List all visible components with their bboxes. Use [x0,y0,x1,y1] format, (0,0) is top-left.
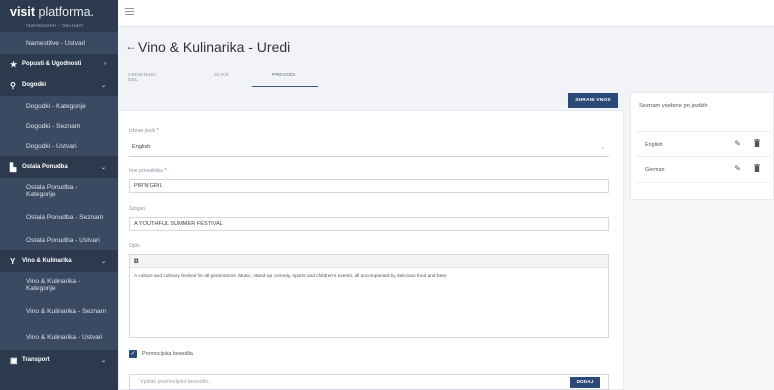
tab-slike[interactable]: SLIKE [214,73,229,78]
sidebar-item-label: Popusti & Ugodnosti [22,61,82,67]
tab-vsebinski-del[interactable]: VSEBINSKI DEL [128,73,156,83]
sidebar-item-transport[interactable]: ▣ Transport ⌄ [0,350,118,370]
sidebar-item-label: Vino & Kulinarika [22,258,72,264]
menu-icon[interactable] [125,8,134,16]
sidebar-item-ostala-ponudba-ustvari[interactable]: Ostala Ponudba - Ustvari [0,230,118,250]
trash-icon[interactable] [754,164,760,172]
sidebar-item-label: Dogodki - Ustvari [26,142,77,150]
bold-button[interactable]: B [134,258,139,265]
language-row: German ✎ [635,157,771,183]
chevron-icon: ⌄ [100,82,106,89]
sidebar-item-label: Dogodki - Kategorije [26,102,86,110]
chevron-icon: ⌄ [100,258,106,265]
wine-glass-icon: Y [10,256,16,266]
top-bar [118,0,774,27]
sidebar-item-dogodki-ustvari[interactable]: Dogodki - Ustvari [0,136,118,156]
active-tab-indicator [252,86,318,87]
sidebar-item-label: Ostala Ponudba - Ustvari [26,236,100,244]
pencil-icon[interactable]: ✎ [734,139,741,148]
language-label: Izbran jezik * [129,128,159,134]
star-icon: ★ [10,59,18,69]
name-input[interactable]: PIR'N'GRIL [129,179,609,193]
description-editor: B A culture and culinary festival for al… [129,254,609,338]
language-row: English ✎ [635,131,771,157]
building-icon: ▙ [10,162,17,172]
sidebar-item-vino-and-kulinarika-ustvari[interactable]: Vino & Kulinarika - Ustvari [0,324,118,350]
save-button[interactable]: SHRANI VNOS [568,93,618,108]
editor-toolbar: B [130,255,608,268]
promo-input[interactable]: Vpišite promocijsko besedilo... [140,379,213,385]
sidebar-item-ostala-ponudba[interactable]: ▙ Ostala Ponudba ⌄ [0,156,118,178]
sidebar-item-label: Ostala Ponudba - Seznam [26,213,104,221]
sidebar-item-ostala-ponudba-kategorije[interactable]: Ostala Ponudba - Kategorije [0,178,118,204]
language-name: English [645,142,663,148]
chevron-down-icon: ⌄ [599,145,605,151]
sidebar-item-ostala-ponudba-seznam[interactable]: Ostala Ponudba - Seznam [0,204,118,230]
trash-icon[interactable] [754,139,760,147]
bus-icon: ▣ [10,355,18,365]
language-name: German [645,167,665,173]
sidebar-item-vino-and-kulinarika-kategorije[interactable]: Vino & Kulinarika - Kategorije [0,272,118,298]
sidebar-item-dogodki[interactable]: ⚲ Dogodki ⌄ [0,74,118,96]
page-title: Vino & Kulinarika - Uredi [138,39,291,55]
sidebar: visit platforma. Namestitve - Seznam Nam… [0,0,118,390]
language-select[interactable]: English ⌄ [129,138,609,157]
description-label: Opis [129,243,140,249]
name-label: Ime ponudnika * [129,168,167,174]
sidebar-item-label: Ostala Ponudba - Kategorije [26,184,78,198]
panel-title: Seznam vsebine po jezikih [639,103,708,109]
pin-icon: ⚲ [10,80,16,90]
promo-checkbox-label: Promocijska besedila [142,351,193,357]
chevron-icon: ⌄ [100,164,106,171]
sidebar-item-label: Vino & Kulinarika - Ustvari [26,333,103,341]
chevron-icon: › [104,61,106,67]
sidebar-item-namestitve-seznam[interactable]: Namestitve - Seznam [0,24,118,32]
sidebar-item-label: Vino & Kulinarika - Kategorije [26,278,81,292]
sidebar-item-dogodki-seznam[interactable]: Dogodki - Seznam [0,116,118,136]
language-content-panel: Seznam vsebine po jezikih English ✎ Germ… [630,92,774,200]
app-logo[interactable]: visit platforma. [0,0,118,24]
sidebar-item-label: Vino & Kulinarika - Seznam [26,307,107,315]
tab-prevodi[interactable]: PREVODI [272,73,296,78]
sidebar-item-vino-and-kulinarika-seznam[interactable]: Vino & Kulinarika - Seznam [0,298,118,324]
back-arrow-icon[interactable]: ← [125,39,137,53]
sidebar-item-label: Namestitve - Ustvari [26,39,86,47]
sidebar-nav-list: Namestitve - Ustvari ★ Popusti & Ugodnosti… [0,32,118,370]
sidebar-item-vino-and-kulinarika[interactable]: Y Vino & Kulinarika ⌄ [0,250,118,272]
pencil-icon[interactable]: ✎ [734,164,741,173]
sidebar-item-dogodki-kategorije[interactable]: Dogodki - Kategorije [0,96,118,116]
sidebar-item-label: Ostala Ponudba [22,164,68,170]
add-button[interactable]: DODAJ [570,377,600,388]
chevron-icon: ⌄ [100,357,106,364]
sidebar-item-label: Dogodki [22,82,46,88]
sidebar-item-namestitve-ustvari[interactable]: Namestitve - Ustvari [0,32,118,54]
slogan-label: Slogan [129,206,146,212]
description-text[interactable]: A culture and culinary festival for all … [130,268,608,286]
sidebar-item-label: Transport [22,357,50,363]
sidebar-item-popusti-and-ugodnosti[interactable]: ★ Popusti & Ugodnosti › [0,54,118,74]
sidebar-item-label: Dogodki - Seznam [26,122,81,130]
promo-row: Vpišite promocijsko besedilo... DODAJ [129,374,609,390]
slogan-input[interactable]: A YOUTHFUL SUMMER FESTIVAL [129,217,609,231]
promo-checkbox[interactable]: ✓ [129,350,137,358]
